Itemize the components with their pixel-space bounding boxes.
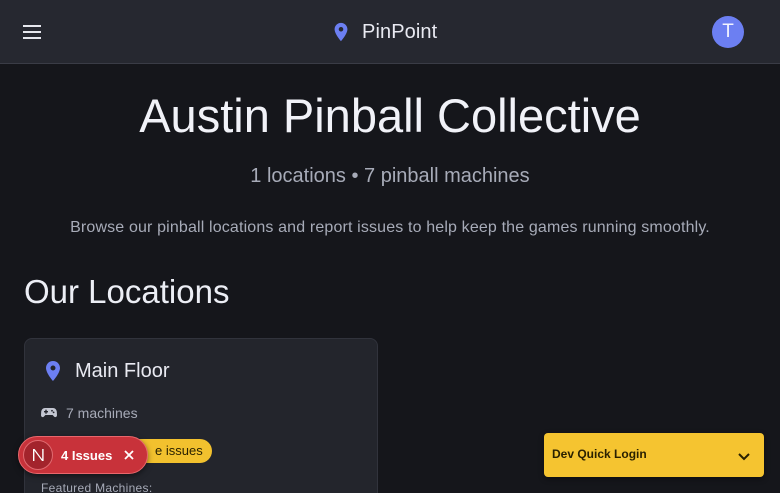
nextjs-logo-icon: [23, 440, 53, 470]
brand[interactable]: PinPoint: [330, 18, 437, 46]
close-icon[interactable]: [124, 450, 134, 460]
dev-tools-issues-badge[interactable]: 4 Issues: [18, 436, 148, 474]
brand-name: PinPoint: [362, 20, 438, 43]
org-stats: 1 locations • 7 pinball machines: [250, 165, 530, 187]
org-description: Browse our pinball locations and report …: [70, 219, 710, 236]
dev-quick-login-toggle[interactable]: Dev Quick Login: [544, 433, 764, 477]
machine-count-label: 7 machines: [66, 405, 138, 421]
dev-tools-issue-count: 4 Issues: [61, 447, 113, 463]
chevron-down-icon: [738, 448, 750, 466]
machine-count: 7 machines: [41, 405, 138, 421]
locations-heading: Our Locations: [24, 273, 230, 310]
menu-icon: [23, 25, 41, 39]
featured-machines-label: Featured Machines:: [41, 481, 153, 493]
app-bar: PinPoint T: [0, 0, 780, 64]
location-name: Main Floor: [75, 359, 170, 382]
map-pin-icon: [334, 22, 348, 42]
map-pin-icon: [46, 361, 60, 381]
gamepad-icon: [41, 408, 57, 418]
user-avatar[interactable]: T: [712, 16, 744, 48]
location-title-row: Main Floor: [41, 359, 169, 383]
dev-quick-login-label: Dev Quick Login: [552, 447, 647, 461]
menu-button[interactable]: [16, 16, 48, 48]
page-title: Austin Pinball Collective: [139, 89, 641, 142]
